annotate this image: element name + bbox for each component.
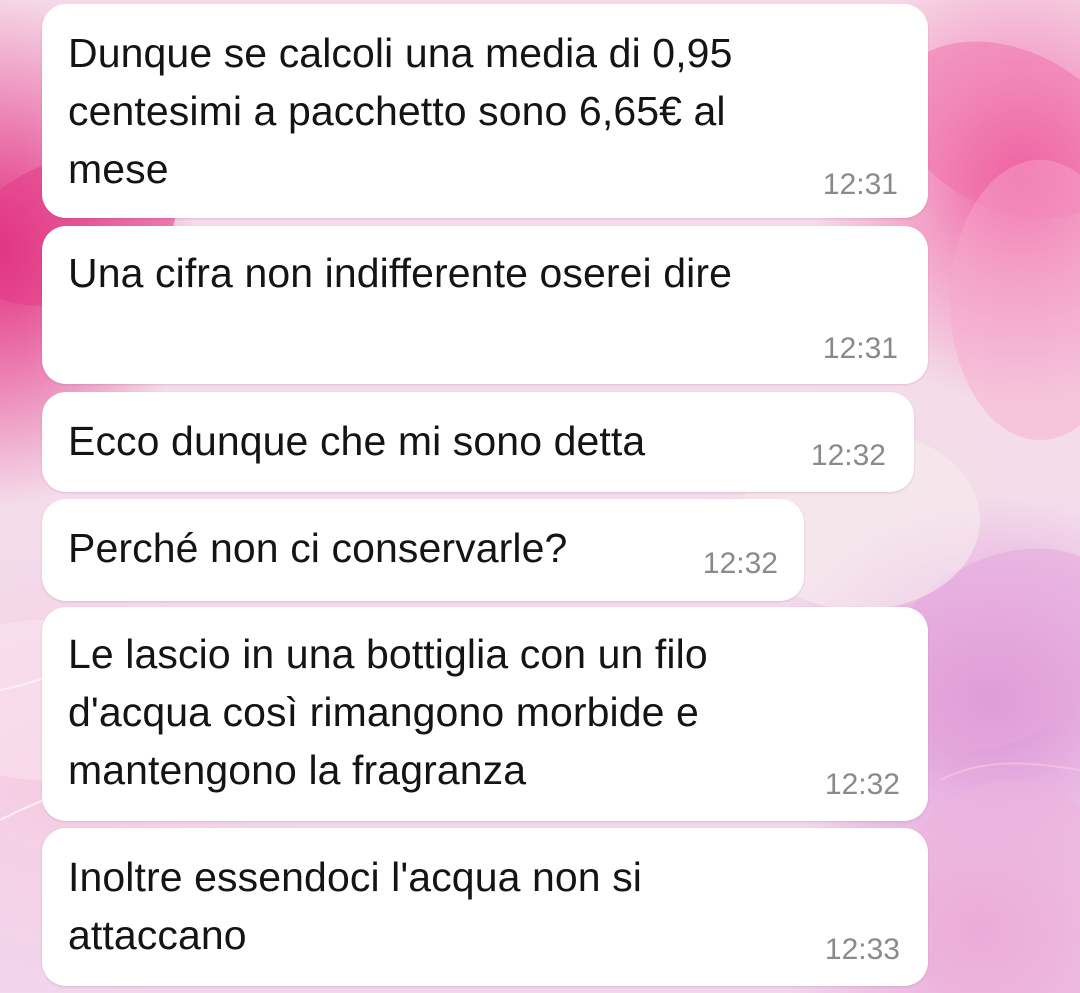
message-timestamp: 12:31 <box>822 168 898 201</box>
message-timestamp: 12:32 <box>702 547 778 580</box>
message-text: Dunque se calcoli una media di 0,95 cent… <box>68 30 733 192</box>
message-text: Ecco dunque che mi sono detta <box>68 418 646 464</box>
message-list[interactable]: Dunque se calcoli una media di 0,95 cent… <box>0 0 1080 993</box>
message-bubble[interactable]: Inoltre essendoci l'acqua non si attacca… <box>42 828 928 986</box>
message-timestamp: 12:32 <box>810 439 886 472</box>
message-bubble[interactable]: Ecco dunque che mi sono detta 12:32 <box>42 392 914 492</box>
message-timestamp: 12:31 <box>822 332 898 365</box>
message-text: Le lascio in una bottiglia con un filo d… <box>68 631 708 793</box>
message-bubble[interactable]: Perché non ci conservarle? 12:32 <box>42 499 804 601</box>
message-text: Una cifra non indifferente oserei dire <box>68 250 732 296</box>
message-text: Perché non ci conservarle? <box>68 525 568 571</box>
message-text: Inoltre essendoci l'acqua non si attacca… <box>68 854 642 958</box>
message-bubble[interactable]: Le lascio in una bottiglia con un filo d… <box>42 607 928 821</box>
message-bubble[interactable]: Una cifra non indifferente oserei dire 1… <box>42 226 928 384</box>
message-timestamp: 12:32 <box>824 768 900 801</box>
message-bubble[interactable]: Dunque se calcoli una media di 0,95 cent… <box>42 4 928 218</box>
message-timestamp: 12:33 <box>824 933 900 966</box>
